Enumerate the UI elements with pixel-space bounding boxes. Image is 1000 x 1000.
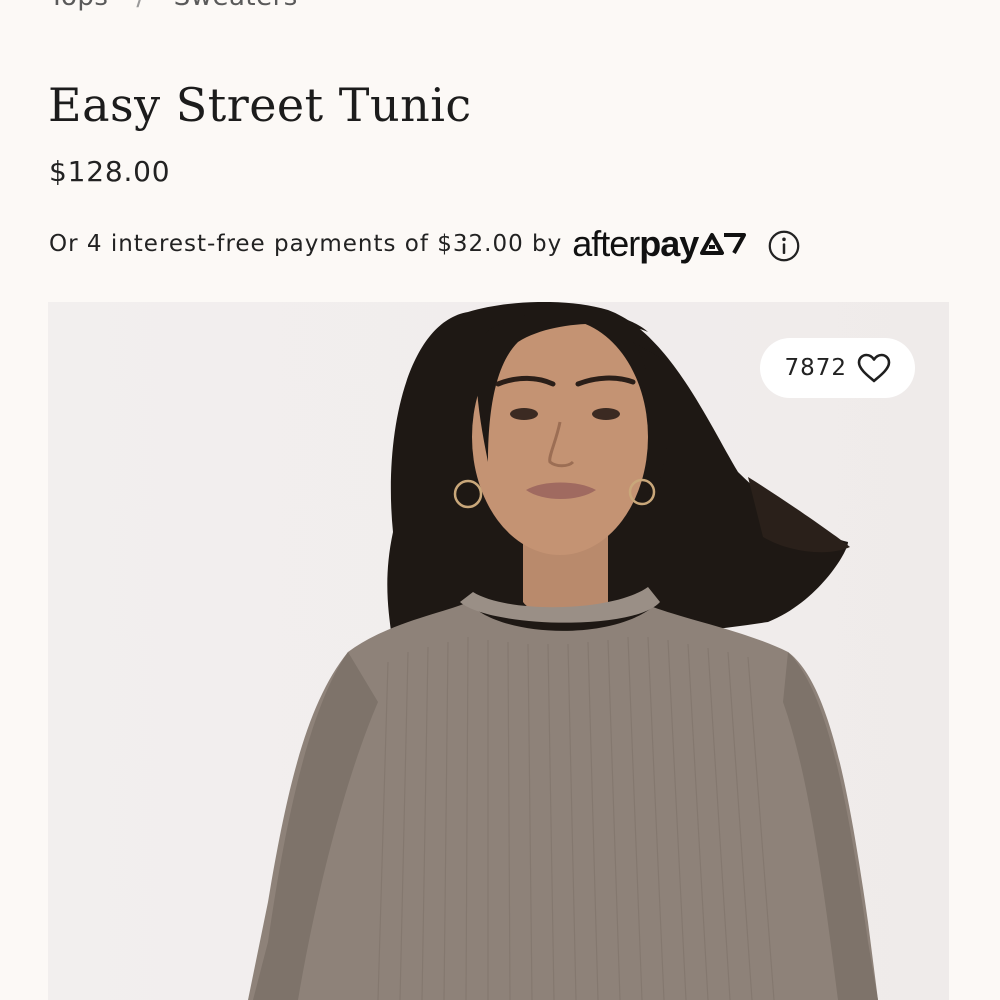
breadcrumb-sweaters[interactable]: Sweaters (174, 0, 298, 12)
product-image[interactable]: 7872 (48, 302, 949, 1000)
afterpay-logo-after: after (572, 223, 640, 264)
info-circle-icon[interactable] (768, 228, 800, 262)
afterpay-logo: after pay (572, 223, 747, 265)
afterpay-text: Or 4 interest-free payments of $32.00 by (49, 231, 563, 257)
afterpay-arrows-icon (700, 233, 747, 255)
favorites-count: 7872 (784, 355, 847, 381)
heart-icon (857, 353, 891, 383)
breadcrumb: Tops / Sweaters (49, 0, 298, 12)
breadcrumb-tops[interactable]: Tops (49, 0, 108, 12)
breadcrumb-separator: / (136, 0, 145, 12)
afterpay-installments: Or 4 interest-free payments of $32.00 by… (49, 223, 800, 265)
product-title: Easy Street Tunic (48, 78, 472, 132)
model-photo (248, 302, 878, 1000)
favorite-button[interactable]: 7872 (760, 338, 915, 398)
product-price: $128.00 (49, 155, 171, 188)
afterpay-logo-pay: pay (639, 223, 699, 264)
